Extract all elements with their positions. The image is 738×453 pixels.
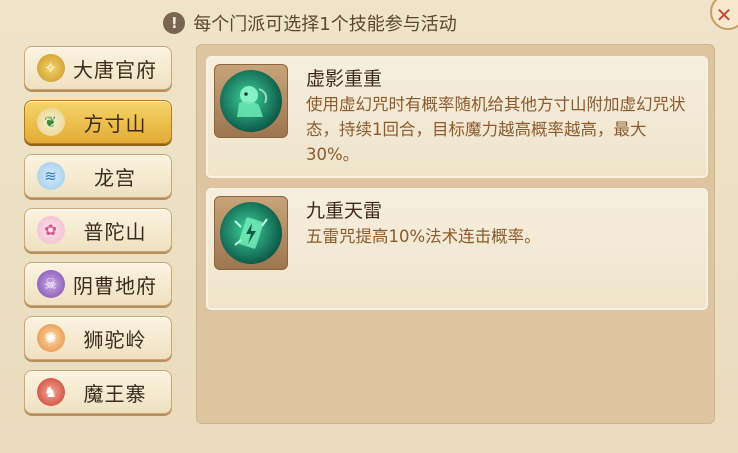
skill-title: 九重天雷: [306, 200, 383, 222]
sidebar-item-difu[interactable]: ☠ 阴曹地府: [24, 262, 172, 306]
mowang-emblem-icon: ♞: [37, 378, 65, 406]
sidebar-item-label: 大唐官府: [73, 57, 157, 82]
sidebar-item-label: 方寸山: [83, 111, 147, 136]
phantom-figure-icon: [220, 70, 282, 132]
sidebar-item-label: 龙宫: [94, 165, 136, 190]
sidebar-item-fangcun[interactable]: ❦ 方寸山: [24, 100, 172, 144]
datang-emblem-icon: ✧: [37, 54, 65, 82]
skill-description: 五雷咒提高10%法术连击概率。: [306, 227, 541, 246]
skill-title: 虚影重重: [306, 68, 383, 90]
exclamation-icon: !: [163, 12, 186, 34]
close-icon: ✕: [715, 3, 733, 27]
notice-bar: ! 每个门派可选择1个技能参与活动: [0, 8, 738, 38]
sidebar-item-longgong[interactable]: ≋ 龙宫: [24, 154, 172, 198]
shituo-emblem-icon: ✺: [37, 324, 65, 352]
skill-icon-frame: [214, 196, 288, 270]
skill-panel: 虚影重重 使用虚幻咒时有概率随机给其他方寸山附加虚幻咒状态，持续1回合，目标魔力…: [196, 44, 715, 424]
sidebar-item-label: 魔王寨: [83, 381, 147, 406]
skill-description: 使用虚幻咒时有概率随机给其他方寸山附加虚幻咒状态，持续1回合，目标魔力越高概率越…: [306, 95, 686, 164]
sidebar-item-label: 阴曹地府: [73, 273, 157, 298]
sidebar-item-label: 普陀山: [83, 219, 147, 244]
sidebar-item-mowang[interactable]: ♞ 魔王寨: [24, 370, 172, 414]
difu-emblem-icon: ☠: [37, 270, 65, 298]
putuo-emblem-icon: ✿: [37, 216, 65, 244]
thunder-talisman-icon: [220, 202, 282, 264]
sidebar-item-label: 狮驼岭: [83, 327, 147, 352]
sidebar-item-shituo[interactable]: ✺ 狮驼岭: [24, 316, 172, 360]
skill-card: 虚影重重 使用虚幻咒时有概率随机给其他方寸山附加虚幻咒状态，持续1回合，目标魔力…: [205, 55, 709, 179]
skill-card: 九重天雷 五雷咒提高10%法术连击概率。: [205, 187, 709, 311]
sidebar-item-datang[interactable]: ✧ 大唐官府: [24, 46, 172, 90]
skill-icon-frame: [214, 64, 288, 138]
longgong-emblem-icon: ≋: [37, 162, 65, 190]
school-sidebar: ✧ 大唐官府 ❦ 方寸山 ≋ 龙宫 ✿ 普陀山 ☠ 阴曹地府 ✺ 狮驼岭 ♞ 魔…: [20, 44, 178, 424]
fangcun-emblem-icon: ❦: [37, 108, 65, 136]
sidebar-item-putuo[interactable]: ✿ 普陀山: [24, 208, 172, 252]
notice-text: 每个门派可选择1个技能参与活动: [193, 14, 457, 35]
